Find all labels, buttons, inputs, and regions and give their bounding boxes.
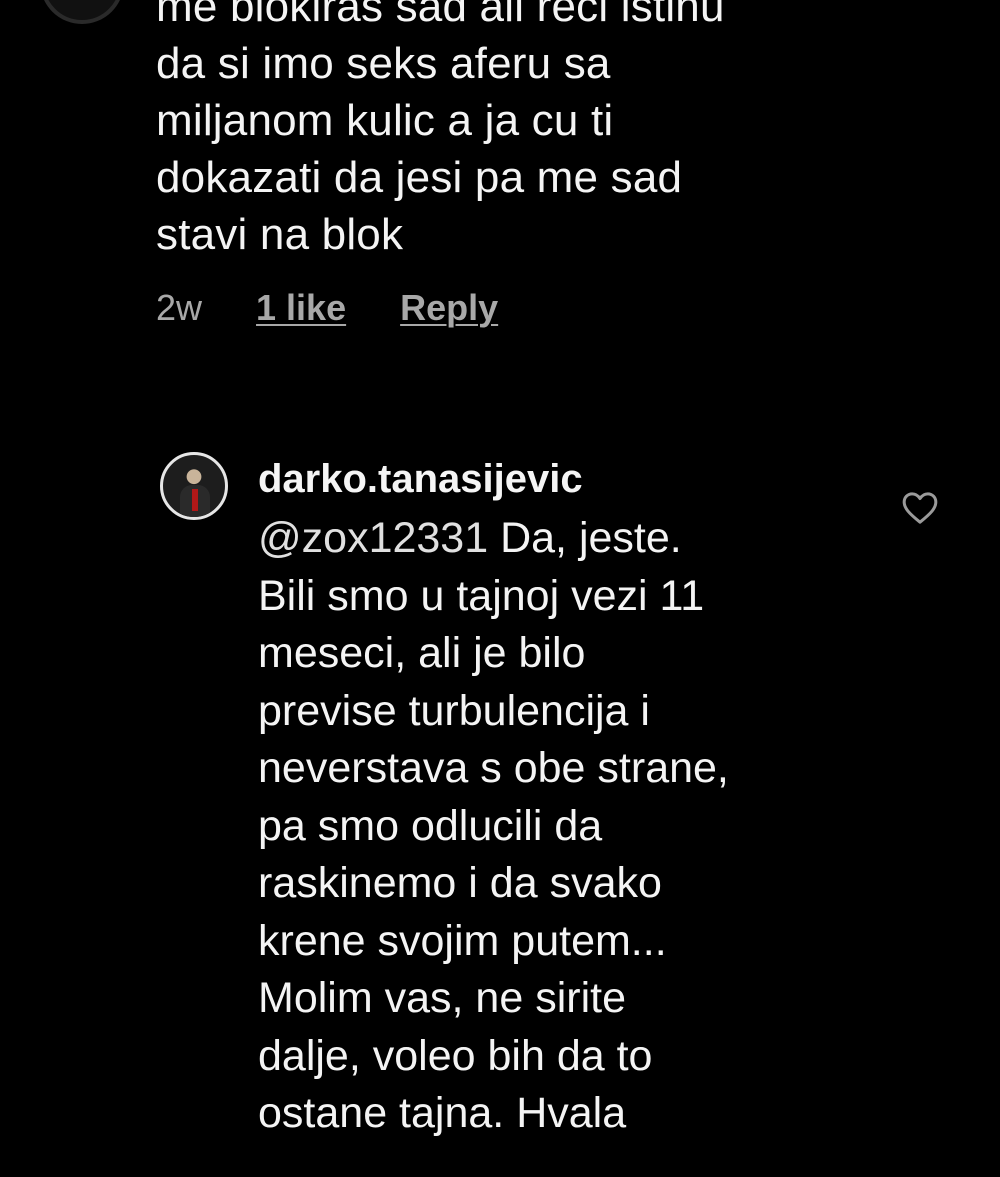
reply-content: darko.tanasijevic @zox12331 Da, jeste. B… xyxy=(258,452,898,1143)
reply-line-3: previse turbulencija i xyxy=(258,686,650,735)
commenter-avatar[interactable] xyxy=(40,0,124,24)
comment-likes-link[interactable]: 1 like xyxy=(256,287,346,329)
heart-outline-icon[interactable] xyxy=(900,488,940,528)
reply-mention[interactable]: @zox12331 xyxy=(258,514,488,562)
reply-line-5: pa smo odlucili da xyxy=(258,801,603,850)
comment-meta: 2w 1 like Reply xyxy=(156,287,876,329)
reply-line-9: dalje, voleo bih da to xyxy=(258,1031,653,1080)
reply-line-4: neverstava s obe strane, xyxy=(258,744,729,792)
reply-line-8: Molim vas, ne sirite xyxy=(258,974,626,1022)
reply-line-6: raskinemo i da svako xyxy=(258,859,662,907)
reply-text: @zox12331 Da, jeste. Bili smo u tajnoj v… xyxy=(258,510,898,1143)
reply-username[interactable]: darko.tanasijevic xyxy=(258,452,898,506)
reply-avatar[interactable] xyxy=(160,452,228,520)
reply-line-2: meseci, ali je bilo xyxy=(258,629,586,677)
comment-timestamp: 2w xyxy=(156,287,203,328)
reply-line-0-text: Da, jeste. xyxy=(488,514,682,562)
comments-view: me blokiras sad ali reci istinu da si im… xyxy=(0,0,1000,1177)
comment-reply-button[interactable]: Reply xyxy=(400,287,498,329)
reply-line-7: krene svojim putem... xyxy=(258,916,667,965)
comment-text: me blokiras sad ali reci istinu da si im… xyxy=(156,0,725,259)
comment: me blokiras sad ali reci istinu da si im… xyxy=(156,0,876,329)
avatar-tie xyxy=(192,489,198,511)
reply-line-0: @zox12331 Da, jeste. xyxy=(258,510,898,568)
reply-line-1: Bili smo u tajnoj vezi 11 xyxy=(258,571,705,620)
reply-line-10: ostane tajna. Hvala xyxy=(258,1089,627,1137)
